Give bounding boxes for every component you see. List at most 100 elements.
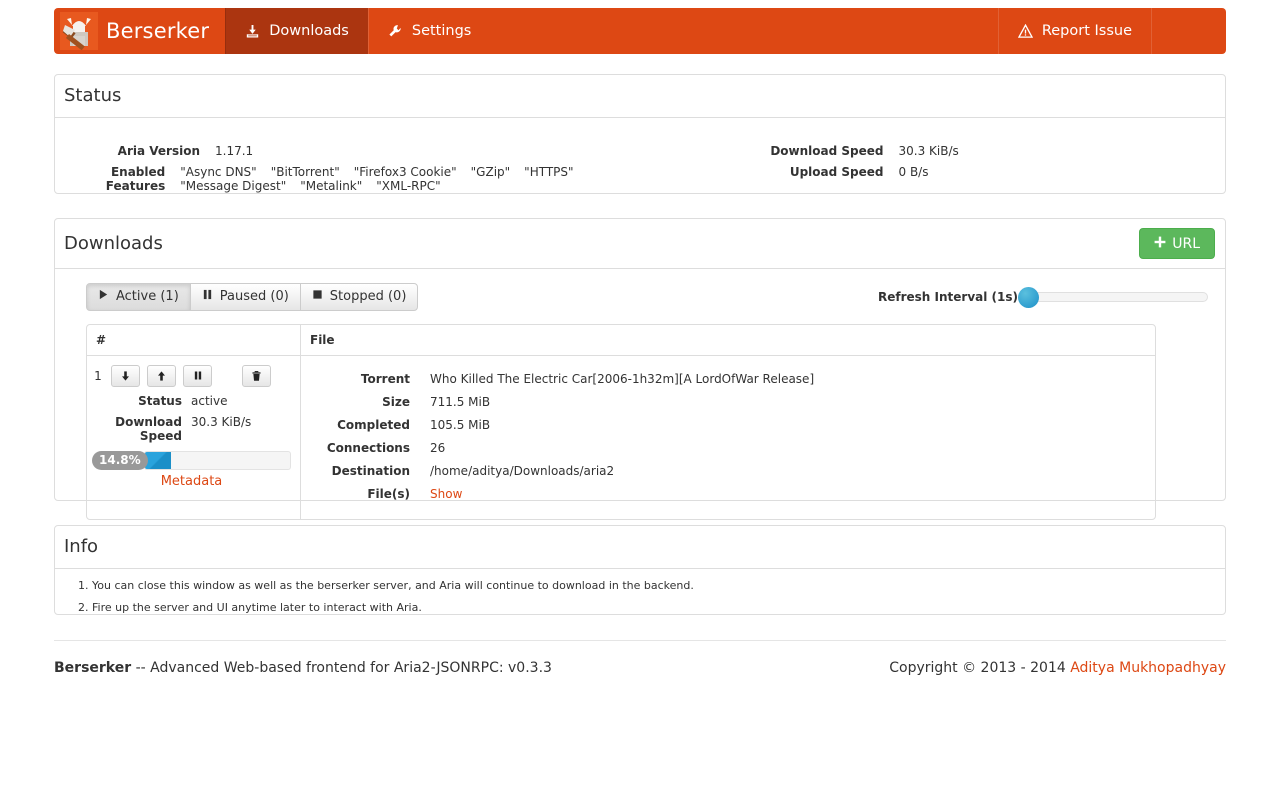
info-list-item: Fire up the server and UI anytime later … [92, 600, 1216, 615]
info-list-item: You can close this window as well as the… [92, 578, 1216, 593]
filter-active-label: Active (1) [116, 289, 179, 304]
brand-link[interactable]: Berserker [54, 8, 225, 54]
refresh-interval-control: Refresh Interval (1s) [878, 286, 1208, 308]
download-speed-item-value: 30.3 KiB/s [191, 414, 252, 429]
enabled-features-label: Enabled Features [105, 164, 166, 193]
file-detail-label: Connections [326, 440, 410, 455]
upload-speed-label: Upload Speed [789, 164, 884, 179]
play-icon [98, 289, 109, 305]
file-detail-label: Size [382, 394, 410, 409]
progress-percent-badge: 14.8% [92, 450, 148, 470]
footer-tagline: Berserker -- Advanced Web-based frontend… [54, 660, 552, 676]
brand-title: Berserker [106, 18, 210, 43]
aria-version-label: Aria Version [117, 143, 200, 158]
file-detail-row: File(s) Show [310, 487, 1146, 501]
footer-copyright-text: Copyright © 2013 - 2014 [889, 660, 1071, 676]
download-status-row: Status active [92, 394, 291, 408]
nav-tab-settings[interactable]: Settings [367, 8, 490, 54]
warning-triangle-icon [1017, 23, 1033, 39]
download-status-label: Status [138, 393, 182, 408]
file-detail-label: Torrent [360, 371, 410, 386]
enabled-feature-item: "GZip" [470, 164, 511, 179]
download-speed-value: 30.3 KiB/s [898, 143, 959, 158]
footer-author-link[interactable]: Aditya Mukhopadhyay [1070, 660, 1226, 676]
file-detail-value: 26 [430, 440, 446, 455]
download-progress: 14.8% [92, 450, 291, 470]
metadata-link[interactable]: Metadata [92, 474, 291, 489]
remove-button[interactable] [242, 364, 271, 387]
filter-stopped-button[interactable]: Stopped (0) [299, 283, 419, 311]
download-icon [245, 24, 260, 39]
download-speed-row-item: Download Speed 30.3 KiB/s [92, 415, 291, 443]
report-issue-link[interactable]: Report Issue [997, 8, 1151, 54]
downloads-panel-header: Downloads URL [55, 219, 1225, 269]
pause-icon [202, 289, 213, 305]
progress-bar-fill [144, 451, 171, 469]
status-column-left: Aria Version 1.17.1 Enabled Features "As… [55, 144, 699, 193]
download-status-value: active [191, 393, 228, 408]
wrench-icon [388, 24, 403, 39]
file-detail-label: Destination [331, 463, 410, 478]
stop-icon [312, 289, 323, 305]
footer: Berserker -- Advanced Web-based frontend… [54, 640, 1226, 676]
status-panel-title: Status [64, 85, 122, 106]
filter-active-button[interactable]: Active (1) [86, 283, 191, 311]
downloads-table: # File 1 Status active Download Speed 30… [86, 323, 1156, 520]
enabled-feature-item: "Firefox3 Cookie" [353, 164, 457, 179]
info-list: You can close this window as well as the… [55, 569, 1225, 625]
enabled-feature-item: "XML-RPC" [376, 178, 441, 193]
download-speed-row: Download Speed 30.3 KiB/s [699, 144, 1226, 158]
refresh-interval-slider-handle[interactable] [1018, 286, 1039, 308]
filter-paused-label: Paused (0) [219, 289, 289, 304]
file-detail-value: /home/aditya/Downloads/aria2 [430, 463, 615, 478]
file-detail-row: Connections 26 [310, 441, 1146, 455]
enabled-feature-item: "BitTorrent" [270, 164, 340, 179]
add-url-button[interactable]: URL [1139, 228, 1215, 259]
enabled-feature-item: "HTTPS" [524, 164, 574, 179]
table-row: 1 Status active Download Speed 30.3 KiB/… [87, 355, 1155, 519]
info-panel-header: Info [55, 526, 1225, 569]
column-header-index: # [87, 324, 301, 355]
file-detail-row: Size 711.5 MiB [310, 395, 1146, 409]
info-panel: Info You can close this window as well a… [54, 525, 1226, 615]
navbar-right: Report Issue [997, 8, 1226, 54]
enabled-feature-item: "Metalink" [300, 178, 363, 193]
status-panel-body: Aria Version 1.17.1 Enabled Features "As… [55, 118, 1225, 193]
move-up-button[interactable] [147, 364, 176, 387]
file-detail-row: Destination/home/aditya/Downloads/aria2 [310, 464, 1146, 478]
download-speed-label: Download Speed [770, 143, 884, 158]
report-issue-label: Report Issue [1041, 23, 1132, 39]
file-detail-row: Completed 105.5 MiB [310, 418, 1146, 432]
upload-speed-value: 0 B/s [898, 164, 929, 179]
file-detail-row: Torrent Who Killed The Electric Car[2006-… [310, 372, 1146, 386]
download-row-index: 1 [94, 368, 102, 383]
plus-icon [1154, 236, 1166, 251]
download-file-details: Torrent Who Killed The Electric Car[2006-… [301, 356, 1155, 519]
downloads-panel-body: Active (1) Paused (0) Stopped (0) Refres… [55, 269, 1225, 520]
add-url-label: URL [1172, 235, 1200, 252]
nav-tab-downloads-label: Downloads [269, 23, 349, 39]
move-down-button[interactable] [111, 364, 140, 387]
enabled-features-value: "Async DNS" "BitTorrent" "Firefox3 Cookie"… [180, 165, 698, 193]
navbar-spacer [1151, 8, 1226, 54]
status-panel: Status Aria Version 1.17.1 Enabled Featu… [54, 74, 1226, 194]
navbar: Berserker Downloads Settings Report Issu… [54, 8, 1226, 54]
refresh-interval-slider[interactable] [1018, 286, 1208, 308]
status-column-right: Download Speed 30.3 KiB/s Upload Speed 0… [699, 144, 1226, 193]
filter-paused-button[interactable]: Paused (0) [189, 283, 301, 311]
pause-button[interactable] [183, 364, 212, 387]
file-detail-label: File(s) [367, 486, 410, 501]
show-files-link[interactable]: Show [430, 487, 462, 501]
downloads-panel: Downloads URL Active (1) Paused (0) Stop… [54, 218, 1226, 520]
downloads-table-header: # File [87, 324, 1155, 356]
download-speed-item-label: Download Speed [115, 414, 182, 443]
footer-tagline-text: -- Advanced Web-based frontend for Aria2… [131, 660, 552, 676]
file-detail-value: 105.5 MiB [430, 417, 491, 432]
nav-tab-downloads[interactable]: Downloads [225, 8, 368, 54]
nav-tab-settings-label: Settings [411, 23, 472, 39]
file-detail-value: 711.5 MiB [430, 394, 491, 409]
aria-version-value: 1.17.1 [215, 143, 254, 158]
berserker-viking-logo-icon [60, 12, 98, 50]
file-detail-label: Completed [337, 417, 410, 432]
info-panel-title: Info [64, 536, 99, 557]
